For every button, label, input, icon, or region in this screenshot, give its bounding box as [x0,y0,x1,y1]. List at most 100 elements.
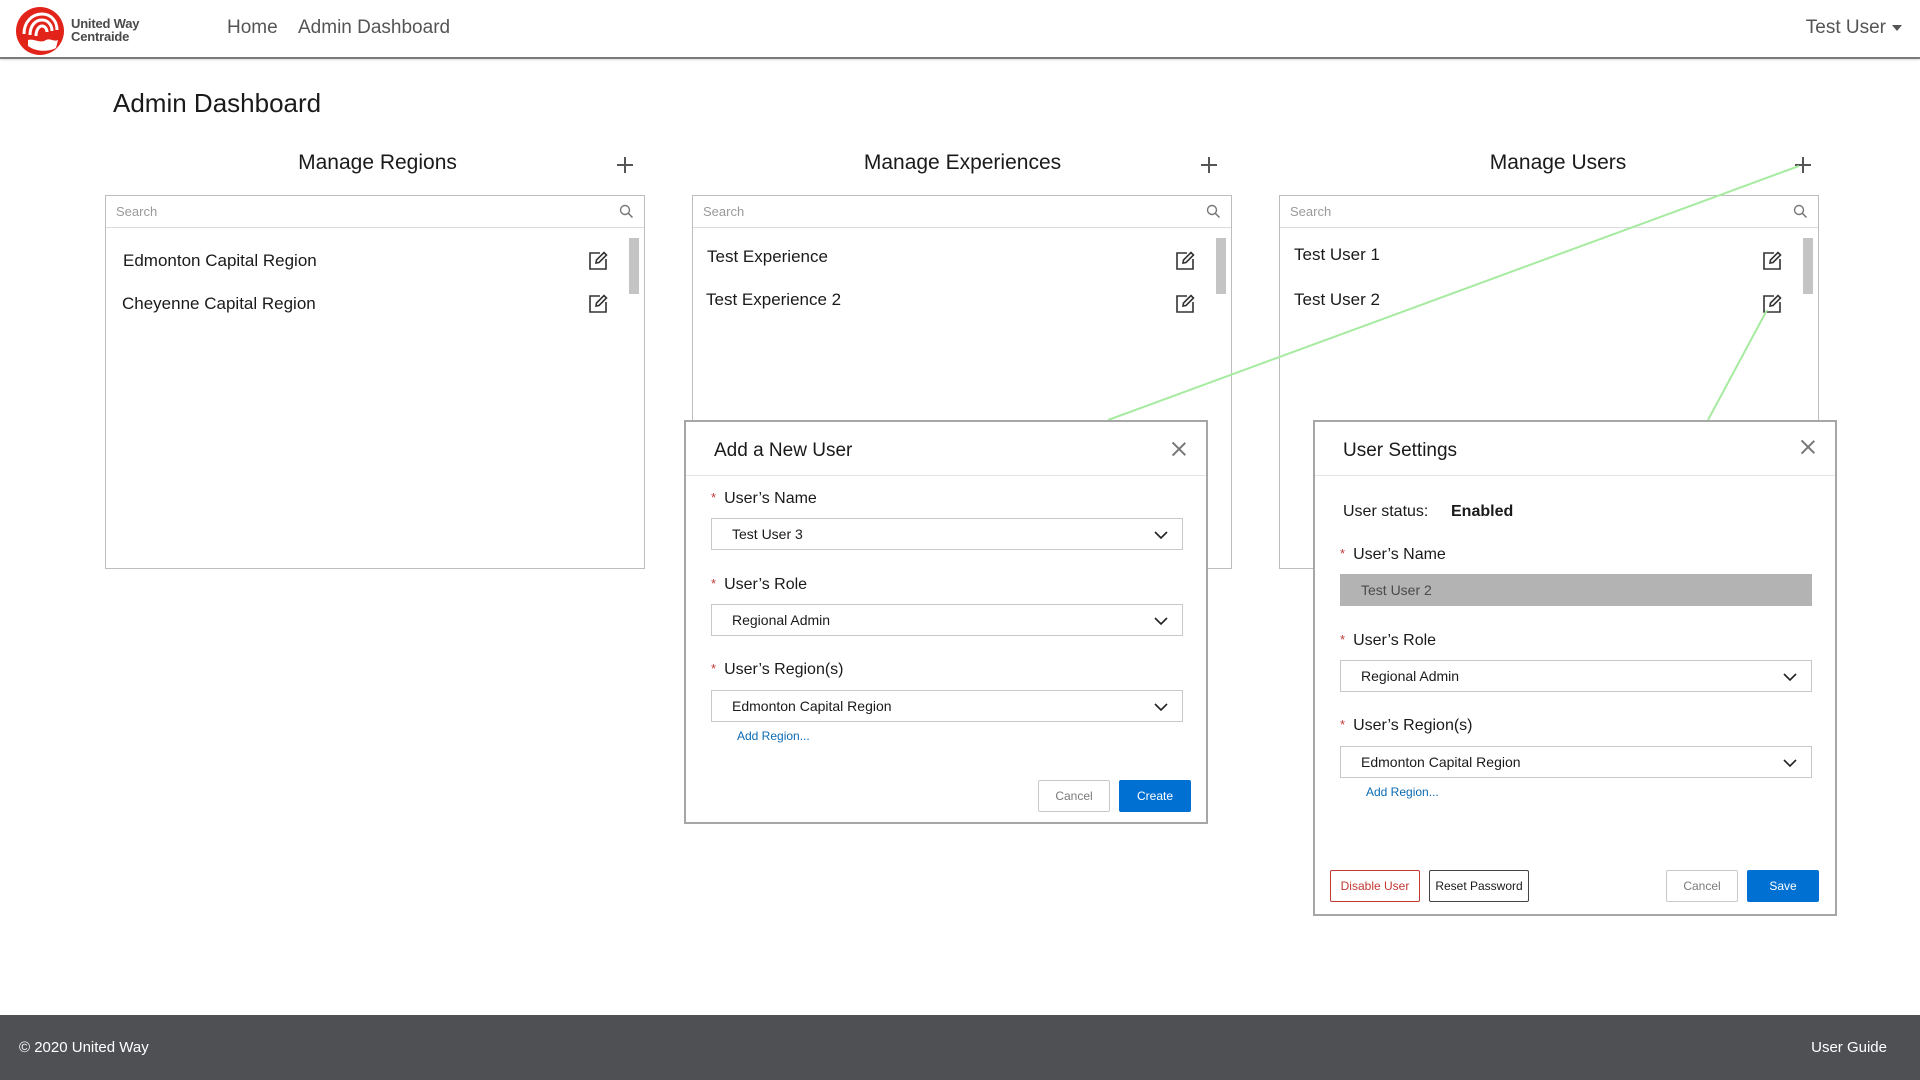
caret-down-icon [1892,25,1902,31]
user-regions-label-text: User’s Region(s) [1353,717,1473,734]
user-role-select[interactable]: Regional Admin [711,604,1183,636]
user-role-label-text: User’s Role [1353,632,1437,649]
user-name-label-text: User’s Name [1353,546,1446,563]
add-region-plus-icon[interactable] [613,153,637,177]
nav-admin-dashboard-link[interactable]: Admin Dashboard [298,17,450,39]
add-user-modal-header: Add a New User [686,422,1206,476]
reset-password-button[interactable]: Reset Password [1429,870,1529,902]
edit-icon[interactable] [1762,251,1782,271]
user-regions-value: Edmonton Capital Region [1361,754,1521,770]
user-name-value: Test User 3 [732,526,803,542]
region-item-label: Cheyenne Capital Region [122,294,316,313]
user-name-label: * User’s Name [711,490,817,508]
edit-icon[interactable] [1175,294,1195,314]
modal-title: Add a New User [714,440,853,461]
experiences-scrollbar[interactable] [1216,238,1226,294]
user-regions-label-text: User’s Region(s) [724,661,844,678]
experience-item-label: Test Experience [707,247,828,266]
edit-icon[interactable] [1762,294,1782,314]
edit-icon[interactable] [588,294,608,314]
user-name-readonly-field: Test User 2 [1340,574,1812,606]
united-way-logo[interactable]: United Way Centraide [14,4,164,56]
required-asterisk: * [1340,546,1346,561]
user-name-label-text: User’s Name [724,490,817,507]
page-footer: © 2020 United Way User Guide [0,1015,1920,1080]
chevron-down-icon [1154,617,1168,626]
add-region-link[interactable]: Add Region... [1366,785,1439,799]
required-asterisk: * [1340,717,1346,732]
chevron-down-icon [1154,703,1168,712]
user-role-value: Regional Admin [1361,668,1460,684]
manage-experiences-title: Manage Experiences [863,151,1062,174]
user-settings-modal: User Settings User status: Enabled * User… [1313,420,1837,916]
user-list-item[interactable]: Test User 1 [1280,237,1788,273]
add-experience-plus-icon[interactable] [1197,153,1221,177]
user-settings-modal-header: User Settings [1315,422,1835,476]
page-title: Admin Dashboard [113,88,322,118]
add-user-modal: Add a New User * User’s Name Test User 3 … [684,420,1208,824]
user-list-item[interactable]: Test User 2 [1280,282,1788,318]
user-name-select[interactable]: Test User 3 [711,518,1183,550]
user-role-value: Regional Admin [732,612,831,628]
save-button[interactable]: Save [1747,870,1819,902]
user-item-label: Test User 2 [1294,290,1380,309]
user-menu-label: Test User [1805,17,1886,38]
modal-title: User Settings [1343,440,1458,461]
manage-users-title: Manage Users [1489,151,1627,174]
search-icon[interactable] [1793,204,1808,219]
logo-text-line2: Centraide [71,29,130,44]
user-regions-select[interactable]: Edmonton Capital Region [711,690,1183,722]
user-role-label-text: User’s Role [724,576,808,593]
chevron-down-icon [1783,673,1797,682]
user-guide-link[interactable]: User Guide [1811,1039,1887,1056]
close-icon[interactable] [1801,440,1815,454]
user-regions-label: * User’s Region(s) [711,661,844,679]
chevron-down-icon [1154,531,1168,540]
manage-regions-title: Manage Regions [298,151,457,174]
create-button[interactable]: Create [1119,780,1191,812]
add-region-link[interactable]: Add Region... [737,729,810,743]
experiences-search-row [693,196,1231,228]
user-regions-label: * User’s Region(s) [1340,717,1473,735]
region-list-item[interactable]: Cheyenne Capital Region [106,286,614,322]
regions-search-input[interactable] [106,196,644,227]
edit-icon[interactable] [588,251,608,271]
experience-item-label: Test Experience 2 [706,290,842,309]
user-item-label: Test User 1 [1294,245,1380,264]
edit-icon[interactable] [1175,251,1195,271]
experience-list-item[interactable]: Test Experience [693,239,1201,275]
required-asterisk: * [711,661,717,676]
regions-panel: Edmonton Capital Region Cheyenne Capital… [105,195,645,569]
regions-search-row [106,196,644,228]
cancel-button[interactable]: Cancel [1666,870,1738,902]
users-search-row [1280,196,1818,228]
nav-home-link[interactable]: Home [227,17,278,39]
experiences-search-input[interactable] [693,196,1231,227]
required-asterisk: * [1340,632,1346,647]
disable-user-button[interactable]: Disable User [1330,870,1420,902]
experience-list-item[interactable]: Test Experience 2 [693,282,1201,318]
user-status-value: Enabled [1451,503,1514,520]
region-item-label: Edmonton Capital Region [123,251,317,270]
users-search-input[interactable] [1280,196,1818,227]
united-way-hand-icon [16,7,64,55]
add-user-plus-icon[interactable] [1791,153,1815,177]
user-status-label: User status: [1343,503,1429,520]
region-list-item[interactable]: Edmonton Capital Region [106,243,614,279]
search-icon[interactable] [619,204,634,219]
footer-copyright: © 2020 United Way [19,1039,149,1056]
cancel-button[interactable]: Cancel [1038,780,1110,812]
user-role-label: * User’s Role [1340,632,1436,650]
regions-scrollbar[interactable] [629,238,639,294]
required-asterisk: * [711,490,717,505]
users-scrollbar[interactable] [1803,238,1813,294]
search-icon[interactable] [1206,204,1221,219]
user-role-label: * User’s Role [711,576,807,594]
logo-wordmark: United Way Centraide [71,17,140,44]
user-regions-select[interactable]: Edmonton Capital Region [1340,746,1812,778]
chevron-down-icon [1783,759,1797,768]
user-role-select[interactable]: Regional Admin [1340,660,1812,692]
user-regions-value: Edmonton Capital Region [732,698,892,714]
user-menu-dropdown[interactable]: Test User [1806,17,1902,39]
close-icon[interactable] [1172,442,1186,456]
